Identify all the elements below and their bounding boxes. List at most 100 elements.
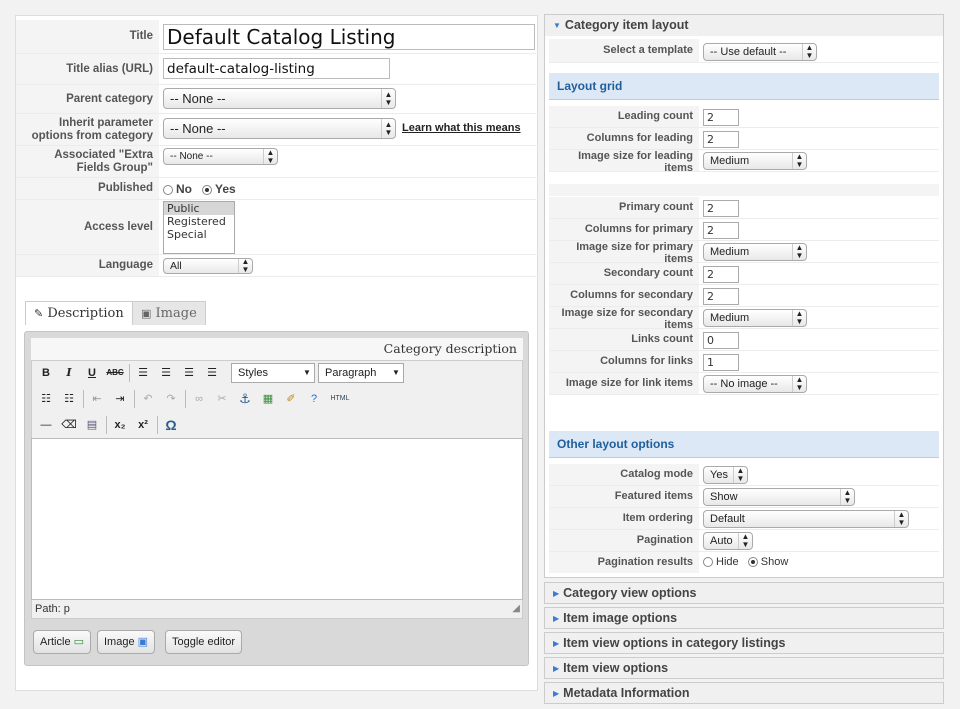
editor-content-area[interactable]: [31, 438, 523, 600]
select-arrows-icon: ▲ ▼: [840, 489, 854, 505]
tab-image[interactable]: ▣ Image: [132, 301, 206, 325]
remove-format-icon[interactable]: ⌫: [59, 415, 79, 435]
layout-grid-select[interactable]: Medium ▲ ▼: [703, 243, 807, 261]
subscript-icon[interactable]: x₂: [110, 415, 130, 435]
collapsed-triangle-icon: ▶: [553, 613, 560, 623]
language-select[interactable]: All ▲ ▼: [163, 258, 253, 274]
expanded-triangle-icon: ▼: [553, 21, 561, 31]
access-level-listbox[interactable]: Public Registered Special: [163, 201, 235, 254]
parent-category-row: Parent category -- None -- ▲ ▼: [16, 85, 539, 114]
published-yes-radio[interactable]: [202, 184, 213, 195]
featured-items-select[interactable]: Show ▲ ▼: [703, 488, 855, 506]
item-ordering-select[interactable]: Default ▲ ▼: [703, 510, 909, 528]
help-icon[interactable]: ?: [304, 389, 324, 409]
align-center-icon[interactable]: ☰: [156, 363, 176, 383]
article-button[interactable]: Article ▭: [33, 630, 92, 654]
layout-grid-number-input[interactable]: 2: [703, 266, 739, 283]
collapsed-panel-title: Item view options: [563, 661, 669, 675]
tab-description[interactable]: ✎ Description: [25, 301, 133, 325]
editor-toolbar: B I U ABC ☰ ☰ ☰ ☰ Styles ▼ Paragraph ▼ ☷…: [31, 360, 523, 438]
pagination-hide-radio[interactable]: [703, 557, 713, 568]
pagination-show-radio[interactable]: [747, 557, 758, 568]
layout-grid-number-input[interactable]: 2: [703, 131, 739, 148]
select-value: Medium: [710, 155, 750, 167]
featured-items-label: Featured items: [549, 486, 699, 507]
extra-fields-select[interactable]: -- None -- ▲ ▼: [163, 148, 278, 165]
toggle-editor-button[interactable]: Toggle editor: [165, 630, 242, 654]
table-icon[interactable]: ▤: [82, 415, 102, 435]
link-icon[interactable]: ∞: [189, 389, 209, 409]
layout-grid-row: Primary count 2: [549, 197, 939, 219]
cleanup-icon[interactable]: ✐: [281, 389, 301, 409]
layout-grid-number-input[interactable]: 2: [703, 200, 739, 217]
layout-grid-select[interactable]: Medium ▲ ▼: [703, 152, 807, 170]
unlink-icon[interactable]: ✂: [212, 389, 232, 409]
access-option[interactable]: Special: [164, 228, 234, 241]
access-option[interactable]: Public: [164, 202, 234, 215]
layout-grid-select[interactable]: -- No image -- ▲ ▼: [703, 375, 807, 393]
published-no-radio[interactable]: [163, 184, 173, 195]
bold-icon[interactable]: B: [36, 363, 56, 383]
collapsed-panel-header[interactable]: ▶ Metadata Information: [544, 682, 944, 704]
redo-icon[interactable]: ↷: [161, 389, 181, 409]
image-button[interactable]: Image ▣: [97, 630, 156, 654]
category-item-layout-header[interactable]: ▼ Category item layout: [545, 15, 943, 36]
align-right-icon[interactable]: ☰: [179, 363, 199, 383]
collapsed-panel-header[interactable]: ▶ Item view options in category listings: [544, 632, 944, 654]
resize-handle-icon[interactable]: ◢: [512, 599, 520, 618]
layout-grid-number-input[interactable]: 1: [703, 354, 739, 371]
format-select[interactable]: Paragraph ▼: [318, 363, 404, 383]
numbered-list-icon[interactable]: ☷: [59, 389, 79, 409]
template-select[interactable]: -- Use default -- ▲ ▼: [703, 43, 817, 61]
special-char-icon[interactable]: Ω: [161, 415, 181, 435]
collapsed-panel-header[interactable]: ▶ Category view options: [544, 582, 944, 604]
layout-grid-row: Columns for leading 2: [549, 128, 939, 150]
bullet-list-icon[interactable]: ☷: [36, 389, 56, 409]
undo-icon[interactable]: ↶: [138, 389, 158, 409]
select-arrows-icon: ▲ ▼: [894, 511, 908, 527]
title-input[interactable]: [163, 24, 535, 50]
parent-category-select[interactable]: -- None -- ▲ ▼: [163, 88, 396, 109]
align-left-icon[interactable]: ☰: [133, 363, 153, 383]
collapsed-panel-header[interactable]: ▶ Item image options: [544, 607, 944, 629]
editor-path-bar: Path: p ◢: [31, 600, 523, 619]
access-option[interactable]: Registered: [164, 215, 234, 228]
underline-icon[interactable]: U: [82, 363, 102, 383]
insert-image-icon[interactable]: ▦: [258, 389, 278, 409]
layout-grid-row: Image size for secondary items Medium ▲ ▼: [549, 307, 939, 331]
outdent-icon[interactable]: ⇤: [87, 389, 107, 409]
inherit-value: -- None --: [170, 121, 226, 136]
template-row: Select a template -- Use default -- ▲ ▼: [549, 39, 939, 63]
pagination-value: Auto: [710, 535, 733, 547]
layout-grid-number-input[interactable]: 0: [703, 332, 739, 349]
layout-grid-select[interactable]: Medium ▲ ▼: [703, 309, 807, 327]
learn-more-link[interactable]: Learn what this means: [402, 122, 521, 134]
catalog-mode-select[interactable]: Yes ▲ ▼: [703, 466, 748, 484]
inherit-select[interactable]: -- None -- ▲ ▼: [163, 118, 396, 139]
select-value: Medium: [710, 246, 750, 258]
horizontal-rule-icon[interactable]: —: [36, 415, 56, 435]
title-label: Title: [16, 20, 159, 53]
html-icon[interactable]: HTML: [327, 389, 353, 409]
styles-select[interactable]: Styles ▼: [231, 363, 315, 383]
layout-grid-label: Columns for leading: [549, 128, 699, 149]
alias-input[interactable]: [163, 58, 390, 79]
align-justify-icon[interactable]: ☰: [202, 363, 222, 383]
indent-icon[interactable]: ⇥: [110, 389, 130, 409]
layout-grid-label: Image size for secondary items: [549, 307, 699, 331]
layout-grid-row: Columns for secondary 2: [549, 285, 939, 307]
superscript-icon[interactable]: x²: [133, 415, 153, 435]
anchor-icon[interactable]: ⚓: [235, 389, 255, 409]
collapsed-panel-header[interactable]: ▶ Item view options: [544, 657, 944, 679]
strikethrough-icon[interactable]: ABC: [105, 363, 125, 383]
layout-grid-number-input[interactable]: 2: [703, 109, 739, 126]
select-arrows-icon: ▲ ▼: [738, 533, 752, 549]
italic-icon[interactable]: I: [59, 363, 79, 383]
layout-grid-number-input[interactable]: 2: [703, 288, 739, 305]
category-item-layout-title: Category item layout: [564, 18, 689, 32]
select-arrows-icon: ▲ ▼: [792, 310, 806, 326]
layout-grid-number-input[interactable]: 2: [703, 222, 739, 239]
featured-items-row: Featured items Show ▲ ▼: [549, 486, 939, 508]
toolbar-separator: [134, 390, 135, 408]
pagination-select[interactable]: Auto ▲ ▼: [703, 532, 753, 550]
